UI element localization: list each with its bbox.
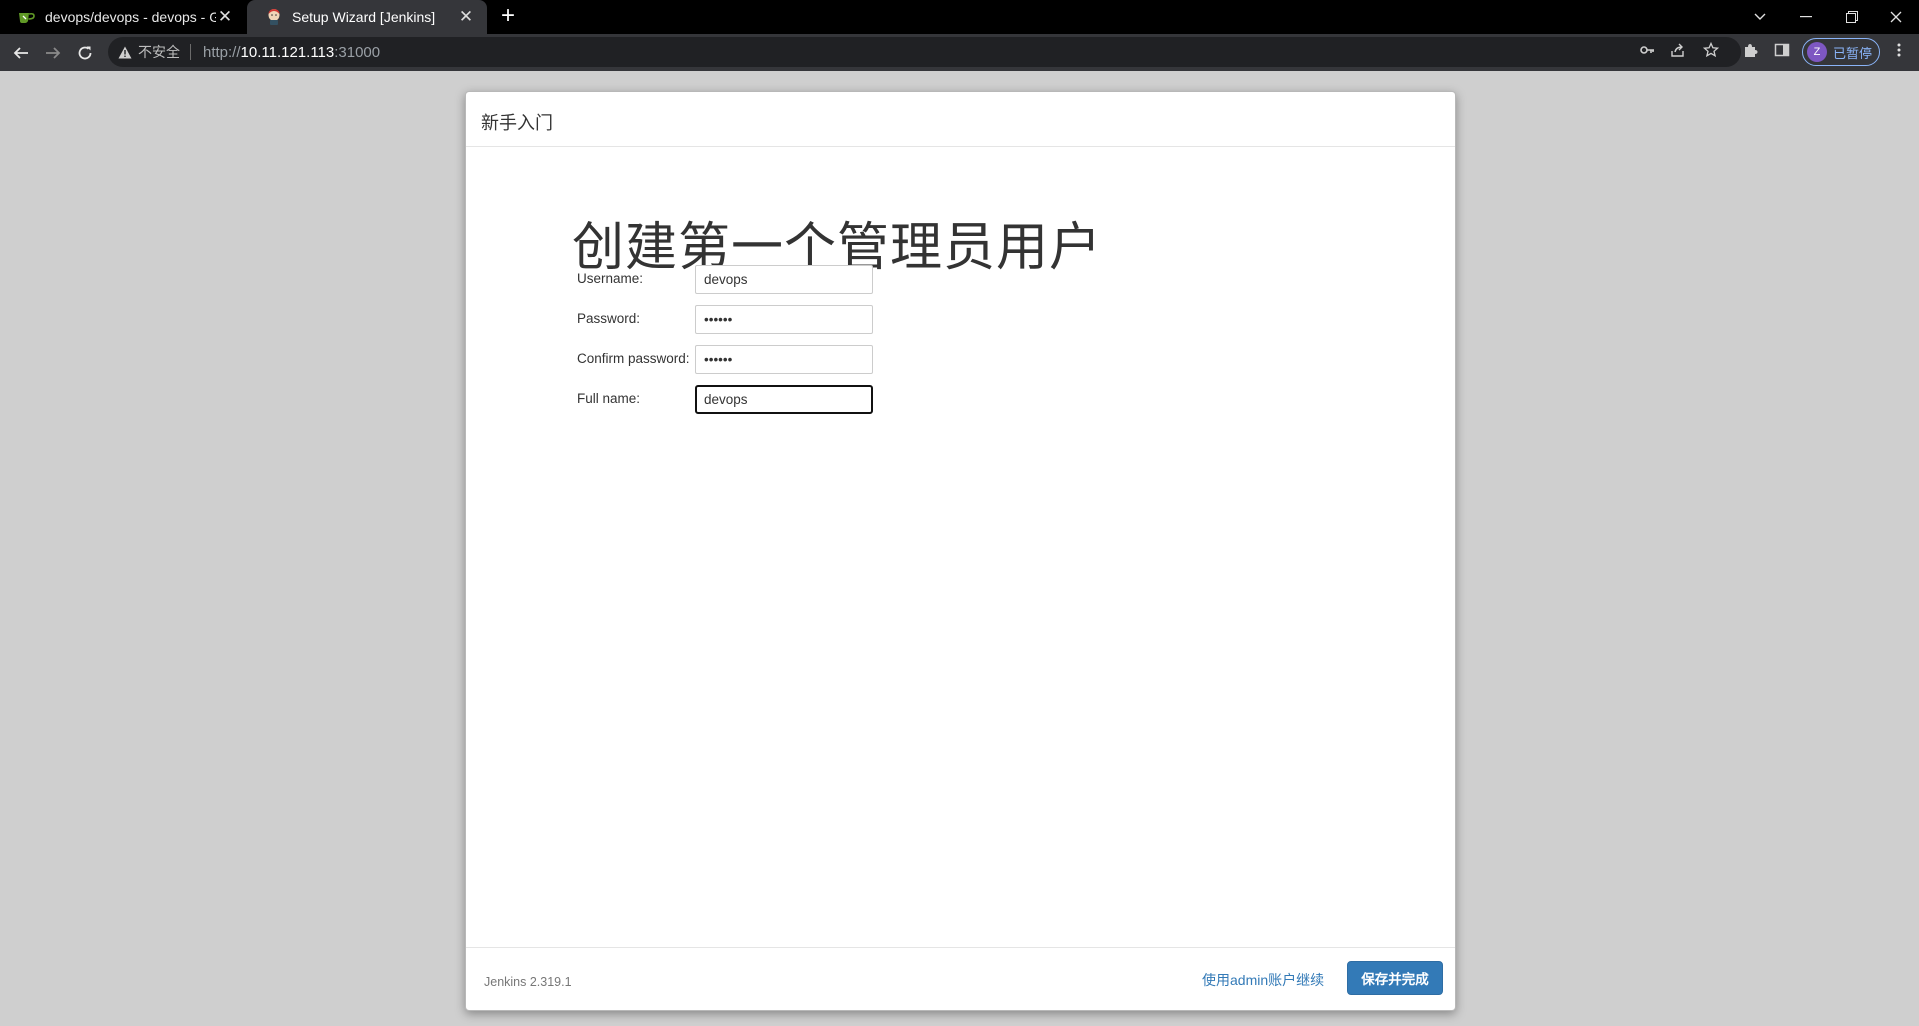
share-icon[interactable] <box>1666 38 1690 62</box>
dialog-footer: Jenkins 2.319.1 使用admin账户继续 保存并完成 <box>466 947 1455 1010</box>
warning-triangle-icon[interactable] <box>118 46 132 59</box>
window-close-icon[interactable] <box>1873 0 1919 34</box>
confirm-password-row: Confirm password: <box>466 345 1455 375</box>
jenkins-favicon-icon <box>265 8 283 26</box>
username-label: Username: <box>577 271 644 286</box>
url-scheme: http:// <box>203 43 241 61</box>
restore-icon[interactable] <box>1829 0 1875 34</box>
jenkins-version: Jenkins 2.319.1 <box>484 975 572 989</box>
profile-button[interactable]: Z 已暂停 <box>1802 38 1880 66</box>
profile-status-label: 已暂停 <box>1833 45 1873 61</box>
tab-search-chevron-icon[interactable] <box>1737 0 1783 34</box>
dialog-title: 新手入门 <box>481 113 553 133</box>
tab-title: devops/devops - devops - Git <box>45 9 216 25</box>
browser-tab-bar: devops/devops - devops - Git ✕ Setup Wiz… <box>0 0 1919 34</box>
username-input[interactable] <box>695 265 873 294</box>
url-port: :31000 <box>334 43 381 61</box>
url-host: 10.11.121.113 <box>240 43 335 61</box>
address-bar[interactable]: 不安全 http://10.11.121.113:31000 <box>108 37 1741 67</box>
key-icon[interactable] <box>1635 38 1659 62</box>
reload-icon[interactable] <box>70 38 100 68</box>
tab-title: Setup Wizard [Jenkins] <box>292 9 436 25</box>
setup-wizard-dialog: 新手入门 创建第一个管理员用户 Username: Password: Conf… <box>465 91 1456 1011</box>
continue-as-admin-link[interactable]: 使用admin账户继续 <box>1202 970 1324 990</box>
full-name-input[interactable] <box>695 385 873 414</box>
save-and-finish-button[interactable]: 保存并完成 <box>1347 961 1443 995</box>
kebab-menu-icon[interactable] <box>1887 38 1911 62</box>
new-tab-plus-icon[interactable]: + <box>494 4 522 30</box>
tab-jenkins[interactable]: Setup Wizard [Jenkins] ✕ <box>247 0 487 34</box>
dialog-header: 新手入门 <box>466 92 1455 147</box>
back-arrow-icon[interactable] <box>6 38 36 68</box>
side-panel-icon[interactable] <box>1770 38 1794 62</box>
full-name-row: Full name: <box>466 385 1455 415</box>
tab-close-icon[interactable]: ✕ <box>216 7 234 26</box>
bookmark-star-icon[interactable] <box>1699 38 1723 62</box>
confirm-password-input[interactable] <box>695 345 873 374</box>
password-input[interactable] <box>695 305 873 334</box>
forward-arrow-icon[interactable] <box>38 38 68 68</box>
minimize-icon[interactable] <box>1783 0 1829 34</box>
password-row: Password: <box>466 305 1455 335</box>
confirm-password-label: Confirm password: <box>577 351 690 366</box>
tab-close-icon[interactable]: ✕ <box>457 7 475 26</box>
url-text[interactable]: http://10.11.121.113:31000 <box>203 44 380 61</box>
browser-toolbar: 不安全 http://10.11.121.113:31000 Z 已暂停 <box>0 34 1919 71</box>
gitea-favicon-icon <box>18 8 36 26</box>
full-name-label: Full name: <box>577 391 641 406</box>
password-label: Password: <box>577 311 641 326</box>
username-row: Username: <box>466 265 1455 295</box>
avatar: Z <box>1807 42 1827 62</box>
security-status-label[interactable]: 不安全 <box>138 44 191 60</box>
tab-gitea[interactable]: devops/devops - devops - Git ✕ <box>0 0 246 34</box>
extensions-puzzle-icon[interactable] <box>1738 38 1762 62</box>
